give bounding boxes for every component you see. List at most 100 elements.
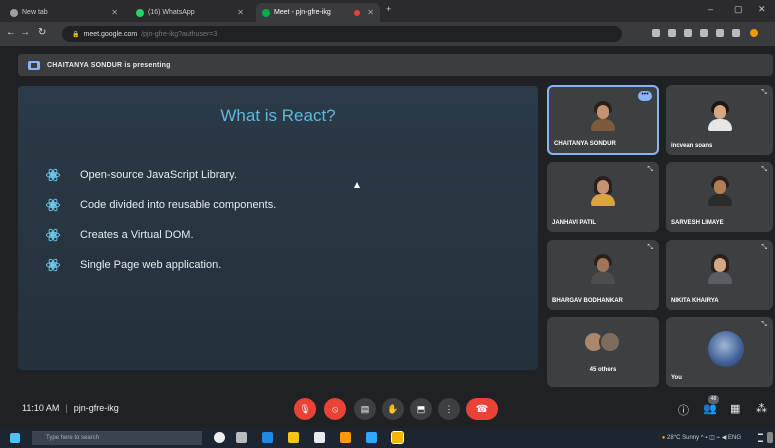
forward-icon[interactable]: →	[20, 27, 30, 38]
mouse-cursor-icon	[354, 182, 360, 188]
meeting-code: pjn-gfre-ikg	[73, 403, 119, 413]
close-icon[interactable]: ✕	[237, 8, 244, 17]
slide-bullet: Single Page web application.	[46, 257, 222, 273]
windows-start-icon[interactable]	[10, 433, 20, 443]
others-avatars	[583, 331, 623, 353]
react-logo-icon	[46, 197, 60, 213]
participant-name: CHAITANYA SONDUR	[554, 141, 616, 147]
star-icon[interactable]	[700, 29, 708, 37]
mic-off-button[interactable]: 🎙	[294, 398, 316, 420]
participant-name: BHARGAV BODHANKAR	[552, 298, 623, 304]
cortana-icon[interactable]	[214, 432, 225, 443]
activities-icon[interactable]: ⁂	[756, 402, 767, 415]
bullet-text: Single Page web application.	[80, 259, 222, 271]
end-call-button[interactable]: ☎	[466, 398, 498, 420]
present-button[interactable]: ⬒	[410, 398, 432, 420]
participant-tile[interactable]: ⤡ JANHAVI PATIL	[547, 162, 659, 232]
participant-video	[589, 174, 617, 206]
present-screen-icon	[28, 60, 40, 70]
back-icon[interactable]: ←	[6, 27, 16, 38]
illustrator-icon[interactable]	[340, 432, 351, 443]
close-icon[interactable]: ✕	[367, 8, 374, 17]
react-logo-icon	[46, 227, 60, 243]
meet-icon	[262, 8, 270, 17]
pin-icon[interactable]: ⤡	[647, 166, 653, 174]
bullet-text: Creates a Virtual DOM.	[80, 229, 194, 241]
participant-name: SARVESH LIMAYE	[671, 220, 724, 226]
url-field[interactable]: 🔒 meet.google.com/pjn-gfre-ikg?authuser=…	[62, 26, 622, 42]
extensions-icon[interactable]	[732, 29, 740, 37]
maximize-icon[interactable]: ▢	[734, 4, 743, 15]
file-explorer-icon[interactable]	[288, 432, 299, 443]
os-taskbar: Type here to search ● 28°C Sunny ^ ▪ ◫ ⌁…	[0, 428, 775, 448]
presenting-text: CHAITANYA SONDUR is presenting	[47, 61, 171, 69]
tab-label: (16) WhatsApp	[148, 9, 195, 16]
address-bar-row: ← → ↻ 🔒 meet.google.com/pjn-gfre-ikg?aut…	[0, 22, 775, 46]
slide-bullet: Open-source JavaScript Library.	[46, 167, 237, 183]
profile-avatar[interactable]	[750, 29, 758, 37]
minimize-icon[interactable]: –	[708, 4, 713, 14]
others-count: 45 others	[589, 367, 617, 373]
participant-tile[interactable]: ⤡ SARVESH LIMAYE	[666, 162, 773, 232]
close-icon[interactable]: ✕	[111, 8, 118, 17]
separator: |	[65, 403, 68, 413]
slide-bullet: Creates a Virtual DOM.	[46, 227, 194, 243]
photoshop-icon[interactable]	[366, 432, 377, 443]
bullet-text: Code divided into reusable components.	[80, 199, 277, 211]
url-path: /pjn-gfre-ikg?authuser=3	[141, 30, 218, 38]
self-avatar	[708, 331, 744, 367]
camera-off-button[interactable]: ⦸	[324, 398, 346, 420]
whatsapp-icon	[136, 8, 144, 17]
taskbar-search-input[interactable]: Type here to search	[32, 431, 202, 445]
tab-new-tab[interactable]: New tab ✕	[4, 3, 124, 22]
store-icon[interactable]	[314, 432, 325, 443]
participant-video	[706, 99, 734, 131]
camera-indicator-icon[interactable]	[652, 29, 660, 37]
more-options-button[interactable]: ⋮	[438, 398, 460, 420]
close-window-icon[interactable]: ✕	[758, 4, 766, 15]
bookmark-icon[interactable]	[716, 29, 724, 37]
more-options-icon[interactable]: •••	[638, 91, 652, 101]
chat-icon[interactable]: ▦	[730, 402, 740, 415]
tab-meet[interactable]: Meet - pjn-gfre-ikg ✕	[256, 3, 380, 22]
task-view-icon[interactable]	[236, 432, 247, 443]
pin-icon[interactable]: ⤡	[761, 244, 767, 252]
react-logo-icon	[46, 167, 60, 183]
participant-video	[706, 252, 734, 284]
participant-video	[589, 99, 617, 131]
participant-tile[interactable]: ⤡ incvean soans	[666, 85, 773, 155]
raise-hand-button[interactable]: ✋	[382, 398, 404, 420]
participant-tile-self[interactable]: ⤡ You	[666, 317, 773, 387]
new-tab-icon[interactable]: +	[386, 4, 391, 14]
pin-icon[interactable]: ⤡	[761, 89, 767, 97]
meeting-details-icon[interactable]: ⓘ	[678, 402, 689, 418]
participant-tile[interactable]: ⤡ NIKITA KHAIRYA	[666, 240, 773, 310]
participant-tile-others[interactable]: 45 others	[547, 317, 659, 387]
bullet-text: Open-source JavaScript Library.	[80, 169, 237, 181]
participant-tile[interactable]: ⤡ BHARGAV BODHANKAR	[547, 240, 659, 310]
participant-name: NIKITA KHAIRYA	[671, 298, 719, 304]
browser-tab-bar: New tab ✕ (16) WhatsApp ✕ Meet - pjn-gfr…	[0, 0, 775, 22]
pin-icon[interactable]: ⤡	[761, 166, 767, 174]
people-count-badge: 48	[708, 395, 719, 404]
chrome-taskbar-icon[interactable]	[391, 431, 404, 444]
recording-dot-icon	[354, 9, 361, 16]
participant-tile[interactable]: ••• CHAITANYA SONDUR	[547, 85, 659, 155]
participant-name: You	[671, 375, 682, 381]
pin-icon[interactable]: ⤡	[647, 244, 653, 252]
lock-icon: 🔒	[72, 31, 80, 38]
edge-icon[interactable]	[262, 432, 273, 443]
participant-name: JANHAVI PATIL	[552, 220, 597, 226]
captions-button[interactable]: ▤	[354, 398, 376, 420]
reload-icon[interactable]: ↻	[38, 27, 46, 38]
notifications-icon[interactable]	[767, 432, 773, 443]
pin-icon[interactable]: ⤡	[761, 321, 767, 329]
share-icon[interactable]	[668, 29, 676, 37]
meeting-time: 11:10 AM	[22, 403, 60, 413]
participant-video	[706, 174, 734, 206]
meeting-info: 11:10 AM | pjn-gfre-ikg	[22, 403, 119, 413]
react-logo-icon	[46, 257, 60, 273]
tab-whatsapp[interactable]: (16) WhatsApp ✕	[130, 3, 250, 22]
zoom-icon[interactable]	[684, 29, 692, 37]
slide-bullet: Code divided into reusable components.	[46, 197, 277, 213]
